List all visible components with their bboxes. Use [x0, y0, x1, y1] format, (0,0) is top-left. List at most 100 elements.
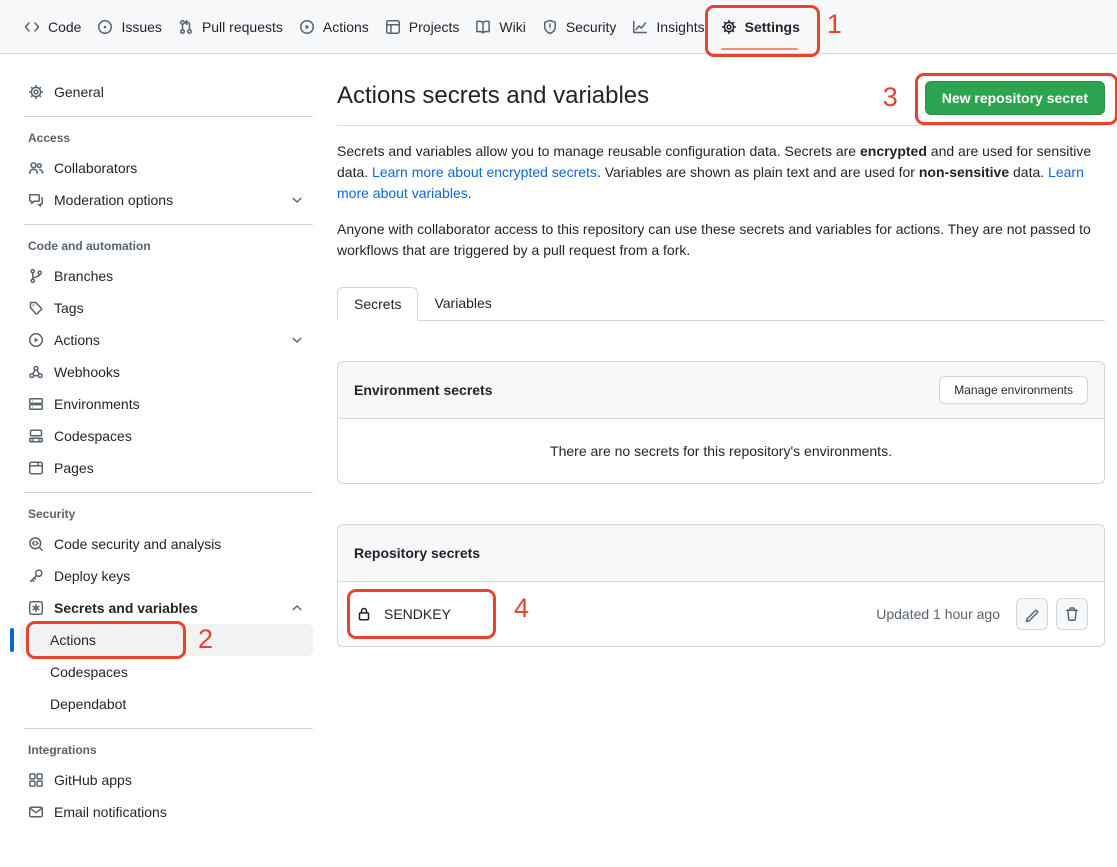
secret-name-cell: SENDKEY 4	[354, 598, 451, 630]
secrets-variables-tabnav: Secrets Variables	[337, 287, 1105, 321]
sidebar-item-label: Moderation options	[54, 192, 173, 208]
repository-secrets-header: Repository secrets	[338, 525, 1104, 582]
chevron-down-icon	[289, 332, 305, 348]
sidebar-item-label: Environments	[54, 396, 140, 412]
shield-icon	[542, 19, 558, 35]
sidebar-item-secrets-and-variables[interactable]: Secrets and variables	[20, 592, 313, 624]
environment-secrets-empty-text: There are no secrets for this repository…	[338, 419, 1104, 483]
sidebar-item-pages[interactable]: Pages	[20, 452, 313, 484]
sidebar-section-security: Security	[20, 507, 313, 521]
comment-discussion-icon	[28, 192, 44, 208]
page-header: Actions secrets and variables New reposi…	[337, 80, 1105, 126]
tab-pull-requests[interactable]: Pull requests	[170, 11, 291, 43]
manage-environments-button[interactable]: Manage environments	[939, 376, 1088, 404]
play-icon	[299, 19, 315, 35]
repo-tab-bar: Code Issues Pull requests Actions Projec…	[0, 0, 1117, 54]
sidebar-item-collaborators[interactable]: Collaborators	[20, 152, 313, 184]
tab-label: Insights	[656, 19, 704, 35]
play-icon	[28, 332, 44, 348]
tab-label: Pull requests	[202, 19, 283, 35]
sidebar-item-code-security[interactable]: Code security and analysis	[20, 528, 313, 560]
sidebar-item-label: Dependabot	[50, 696, 126, 712]
webhook-icon	[28, 364, 44, 380]
chevron-up-icon	[289, 600, 305, 616]
chevron-down-icon	[289, 192, 305, 208]
sidebar-item-general[interactable]: General	[20, 76, 313, 108]
sidebar-item-label: Branches	[54, 268, 113, 284]
link-encrypted-secrets[interactable]: Learn more about encrypted secrets	[372, 164, 597, 180]
sidebar-item-actions[interactable]: Actions	[20, 324, 313, 356]
sidebar-item-label: Secrets and variables	[54, 600, 198, 616]
delete-secret-button[interactable]	[1056, 598, 1088, 630]
sidebar-item-label: Code security and analysis	[54, 536, 221, 552]
trash-icon	[1064, 606, 1080, 622]
main-content: Actions secrets and variables New reposi…	[337, 54, 1117, 647]
settings-sidebar: General Access Collaborators Moderation …	[0, 54, 337, 828]
sidebar-item-environments[interactable]: Environments	[20, 388, 313, 420]
tab-label: Actions	[323, 19, 369, 35]
annotation-digit-1: 1	[827, 9, 842, 39]
git-pull-request-icon	[178, 19, 194, 35]
sidebar-item-webhooks[interactable]: Webhooks	[20, 356, 313, 388]
tab-actions[interactable]: Actions	[291, 11, 377, 43]
sidebar-divider	[24, 728, 313, 729]
tab-security[interactable]: Security	[534, 11, 625, 43]
sidebar-item-label: GitHub apps	[54, 772, 132, 788]
sidebar-item-github-apps[interactable]: GitHub apps	[20, 764, 313, 796]
annotation-digit-4: 4	[514, 593, 529, 623]
sidebar-item-moderation-options[interactable]: Moderation options	[20, 184, 313, 216]
asterisk-box-icon	[28, 600, 44, 616]
environment-secrets-title: Environment secrets	[354, 382, 493, 398]
secret-name: SENDKEY	[384, 606, 451, 622]
tab-label: Wiki	[499, 19, 525, 35]
tab-label: Settings	[745, 19, 800, 35]
tab-secrets[interactable]: Secrets	[337, 287, 418, 321]
tab-insights[interactable]: Insights	[624, 11, 712, 43]
tab-projects[interactable]: Projects	[377, 11, 468, 43]
sidebar-item-label: Codespaces	[54, 428, 132, 444]
tab-label: Issues	[121, 19, 161, 35]
tab-variables[interactable]: Variables	[418, 287, 507, 320]
people-icon	[28, 160, 44, 176]
sidebar-item-tags[interactable]: Tags	[20, 292, 313, 324]
git-branch-icon	[28, 268, 44, 284]
sidebar-item-label: Actions	[54, 332, 100, 348]
sidebar-divider	[24, 116, 313, 117]
tab-settings[interactable]: Settings 1	[713, 11, 808, 43]
tab-code[interactable]: Code	[16, 11, 89, 43]
sidebar-item-label: General	[54, 84, 104, 100]
code-icon	[24, 19, 40, 35]
sidebar-subitem-actions[interactable]: Actions 2	[20, 624, 313, 656]
key-icon	[28, 568, 44, 584]
apps-icon	[28, 772, 44, 788]
sidebar-section-integrations: Integrations	[20, 743, 313, 757]
new-repository-secret-button[interactable]: New repository secret	[925, 81, 1105, 115]
sidebar-divider	[24, 224, 313, 225]
secret-updated-text: Updated 1 hour ago	[876, 606, 1000, 622]
tab-wiki[interactable]: Wiki	[467, 11, 533, 43]
environment-secrets-header: Environment secrets Manage environments	[338, 362, 1104, 419]
sidebar-item-label: Codespaces	[50, 664, 128, 680]
gear-icon	[28, 84, 44, 100]
table-icon	[385, 19, 401, 35]
edit-secret-button[interactable]	[1016, 598, 1048, 630]
sidebar-item-label: Webhooks	[54, 364, 120, 380]
book-icon	[475, 19, 491, 35]
tab-label: Code	[48, 19, 81, 35]
sidebar-subitem-dependabot[interactable]: Dependabot	[20, 688, 313, 720]
sidebar-subitem-codespaces[interactable]: Codespaces	[20, 656, 313, 688]
sidebar-item-codespaces[interactable]: Codespaces	[20, 420, 313, 452]
secret-row: SENDKEY 4 Updated 1 hour ago	[338, 582, 1104, 646]
sidebar-item-deploy-keys[interactable]: Deploy keys	[20, 560, 313, 592]
sidebar-item-label: Email notifications	[54, 804, 167, 820]
tag-icon	[28, 300, 44, 316]
server-icon	[28, 396, 44, 412]
fork-access-paragraph: Anyone with collaborator access to this …	[337, 219, 1105, 261]
environment-secrets-box: Environment secrets Manage environments …	[337, 361, 1105, 484]
annotation-digit-3: 3	[883, 82, 898, 112]
tab-issues[interactable]: Issues	[89, 11, 169, 43]
sidebar-item-branches[interactable]: Branches	[20, 260, 313, 292]
tab-label: Projects	[409, 19, 460, 35]
tab-label: Security	[566, 19, 617, 35]
sidebar-item-email-notifications[interactable]: Email notifications	[20, 796, 313, 828]
